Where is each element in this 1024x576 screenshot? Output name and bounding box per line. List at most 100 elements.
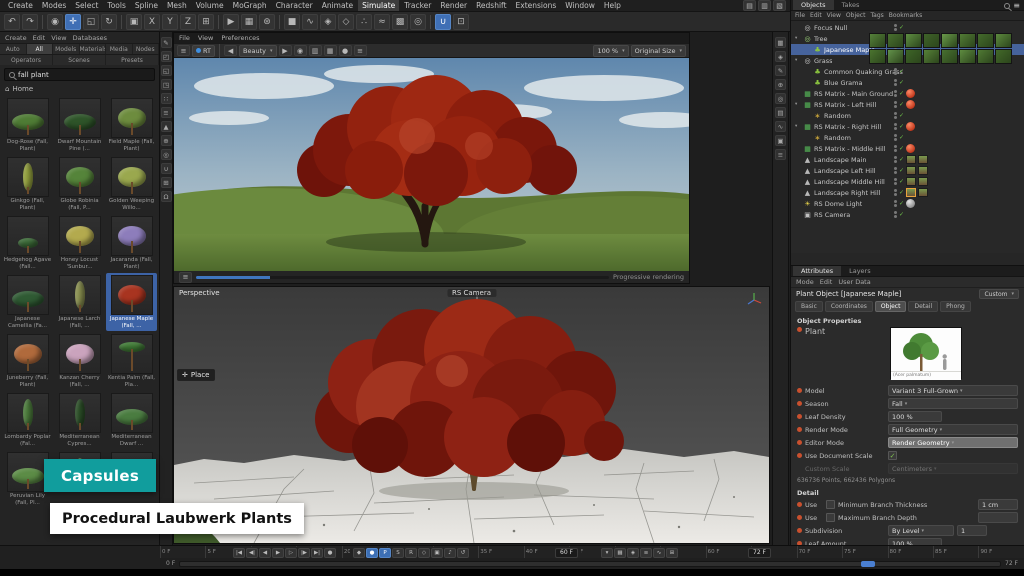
object-row-landscape-right-hill[interactable]: ▲Landscape Right Hill✓ xyxy=(791,187,1024,198)
range-end-field[interactable]: 72 F xyxy=(748,548,771,558)
leaf-material-tag[interactable] xyxy=(905,33,922,48)
menu-window[interactable]: Window xyxy=(561,0,599,11)
visibility-dots-icon[interactable] xyxy=(894,178,897,185)
keyframe-dot[interactable] xyxy=(797,427,802,432)
plant-item-japanese-camellia-fa[interactable]: Japanese Camellia (Fa... xyxy=(2,273,53,331)
tab-presets[interactable]: Presets xyxy=(106,55,159,65)
search-icon[interactable] xyxy=(1004,3,1010,9)
enabled-check-icon[interactable]: ✓ xyxy=(899,101,904,108)
rv-menu-file[interactable]: File xyxy=(179,34,190,42)
menu-modes[interactable]: Modes xyxy=(38,0,70,11)
leaf-material-tag[interactable] xyxy=(995,33,1012,48)
autokey-icon[interactable]: ● xyxy=(366,548,378,558)
z-axis-lock-icon[interactable]: Z xyxy=(180,14,196,30)
mograph-icon[interactable]: ∴ xyxy=(356,14,372,30)
viewport-view-menu[interactable]: Perspective xyxy=(179,289,220,297)
enabled-check-icon[interactable]: ✓ xyxy=(899,178,904,185)
leaf-material-tag[interactable] xyxy=(959,49,976,64)
breadcrumb[interactable]: ⌂ Home xyxy=(0,84,159,94)
tab-scenes[interactable]: Scenes xyxy=(53,55,106,65)
current-frame-field[interactable]: 60 F xyxy=(555,548,578,558)
asset-search-field[interactable] xyxy=(4,68,155,81)
keyframe-dot[interactable] xyxy=(797,440,802,445)
side-tool-icon-2[interactable]: ◈ xyxy=(775,51,786,62)
plant-item-lombardy-poplar-fal[interactable]: Lombardy Poplar (Fal... xyxy=(2,391,53,449)
object-row-rs-camera[interactable]: ▣RS Camera✓ xyxy=(791,209,1024,220)
leaf-material-tag[interactable] xyxy=(923,33,940,48)
rv-menu-preferences[interactable]: Preferences xyxy=(221,34,259,42)
viewport-solo-icon[interactable]: ◎ xyxy=(161,149,172,160)
enable-axis-icon[interactable]: ⊕ xyxy=(161,135,172,146)
enabled-check-icon[interactable]: ✓ xyxy=(899,189,904,196)
object-row-blue-grama[interactable]: ♣Blue Grama✓ xyxy=(791,77,1024,88)
menu-select[interactable]: Select xyxy=(71,0,102,11)
keyframe-dot[interactable] xyxy=(797,401,802,406)
custom-scale-dropdown[interactable]: Centimeters▾ xyxy=(888,463,1018,474)
plant-item-japanese-larch-fall[interactable]: Japanese Larch (Fall, ... xyxy=(54,273,105,331)
tab-all[interactable]: All xyxy=(27,44,54,54)
record-rotation-icon[interactable]: R xyxy=(405,548,417,558)
add-generator-icon[interactable]: ◈ xyxy=(320,14,336,30)
points-mode-icon[interactable]: ∷ xyxy=(161,93,172,104)
season-dropdown[interactable]: Fall▾ xyxy=(888,398,1018,409)
fields-icon[interactable]: ◎ xyxy=(410,14,426,30)
leaf-material-tag[interactable] xyxy=(977,49,994,64)
menu-tracker[interactable]: Tracker xyxy=(400,0,435,11)
move-icon[interactable]: ✛ xyxy=(65,14,81,30)
clay-render-icon[interactable]: ● xyxy=(339,45,352,56)
plant-item-honey-locust-sunbur[interactable]: Honey Locust 'Sunbur... xyxy=(54,214,105,272)
menu-volume[interactable]: Volume xyxy=(192,0,228,11)
plant-item-japanese-maple-fall[interactable]: Japanese Maple (Fall, ... xyxy=(106,273,157,331)
tab-materials[interactable]: Materials xyxy=(80,44,107,54)
expand-arrow-icon[interactable]: ▾ xyxy=(795,102,801,107)
timeline-option-5-icon[interactable]: ∿ xyxy=(653,548,665,558)
ab-menu-databases[interactable]: Databases xyxy=(73,34,107,42)
sound-icon[interactable]: ♪ xyxy=(444,548,456,558)
rotate-icon[interactable]: ↻ xyxy=(101,14,117,30)
plant-item-hedgehog-agave-fall[interactable]: Hedgehog Agave (Fall... xyxy=(2,214,53,272)
enabled-check-icon[interactable]: ✓ xyxy=(899,167,904,174)
enabled-check-icon[interactable]: ✓ xyxy=(899,123,904,130)
rt-button[interactable]: RT xyxy=(192,45,215,57)
leaf-material-tag[interactable] xyxy=(923,49,940,64)
timeline-option-2-icon[interactable]: ▦ xyxy=(614,548,626,558)
tab-basic[interactable]: Basic xyxy=(795,301,823,312)
leaf-material-tag[interactable] xyxy=(995,49,1012,64)
visibility-dots-icon[interactable] xyxy=(894,123,897,130)
visibility-dots-icon[interactable] xyxy=(894,68,897,75)
bucket-render-icon[interactable]: ▦ xyxy=(324,45,337,56)
side-tool-icon-4[interactable]: ⊕ xyxy=(775,79,786,90)
subdivision-dropdown[interactable]: By Level▾ xyxy=(888,525,954,536)
prev-pass-icon[interactable]: ◀ xyxy=(224,45,237,56)
object-row-rs-matrix-left-hill[interactable]: ▾▦RS Matrix - Left Hill✓ xyxy=(791,99,1024,110)
leaf-material-tag[interactable] xyxy=(959,33,976,48)
texture-tag[interactable] xyxy=(918,166,928,175)
am-menu-mode[interactable]: Mode xyxy=(796,278,814,286)
enabled-check-icon[interactable]: ✓ xyxy=(899,90,904,97)
leaf-material-tag[interactable] xyxy=(905,49,922,64)
texture-tag[interactable] xyxy=(918,188,928,197)
frame-scrubber-track[interactable] xyxy=(179,561,1001,567)
om-menu-edit[interactable]: Edit xyxy=(810,12,822,19)
object-row-landscape-main[interactable]: ▲Landscape Main✓ xyxy=(791,154,1024,165)
tab-media[interactable]: Media xyxy=(106,44,133,54)
goto-start-icon[interactable]: |◀ xyxy=(233,548,245,558)
side-tool-icon-1[interactable]: ▦ xyxy=(775,37,786,48)
status-menu-icon[interactable]: ≡ xyxy=(179,272,192,283)
tab-coordinates[interactable]: Coordinates xyxy=(825,301,873,312)
am-menu-user-data[interactable]: User Data xyxy=(838,278,870,286)
timeline-option-6-icon[interactable]: ⊞ xyxy=(666,548,678,558)
y-axis-lock-icon[interactable]: Y xyxy=(162,14,178,30)
leaf-material-tag[interactable] xyxy=(941,33,958,48)
undo-icon[interactable]: ↶ xyxy=(4,14,20,30)
make-editable-icon[interactable]: ✎ xyxy=(161,37,172,48)
editor-mode-dropdown[interactable]: Render Geometry▾ xyxy=(888,437,1018,448)
render-picture-viewer-icon[interactable]: ▦ xyxy=(241,14,257,30)
tab-auto[interactable]: Auto xyxy=(0,44,27,54)
simulation-icon[interactable]: ≈ xyxy=(374,14,390,30)
next-pass-icon[interactable]: ▶ xyxy=(279,45,292,56)
enabled-check-icon[interactable]: ✓ xyxy=(899,24,904,31)
leaf-material-tag[interactable] xyxy=(941,49,958,64)
side-tool-icon-6[interactable]: ▤ xyxy=(775,107,786,118)
redo-icon[interactable]: ↷ xyxy=(22,14,38,30)
